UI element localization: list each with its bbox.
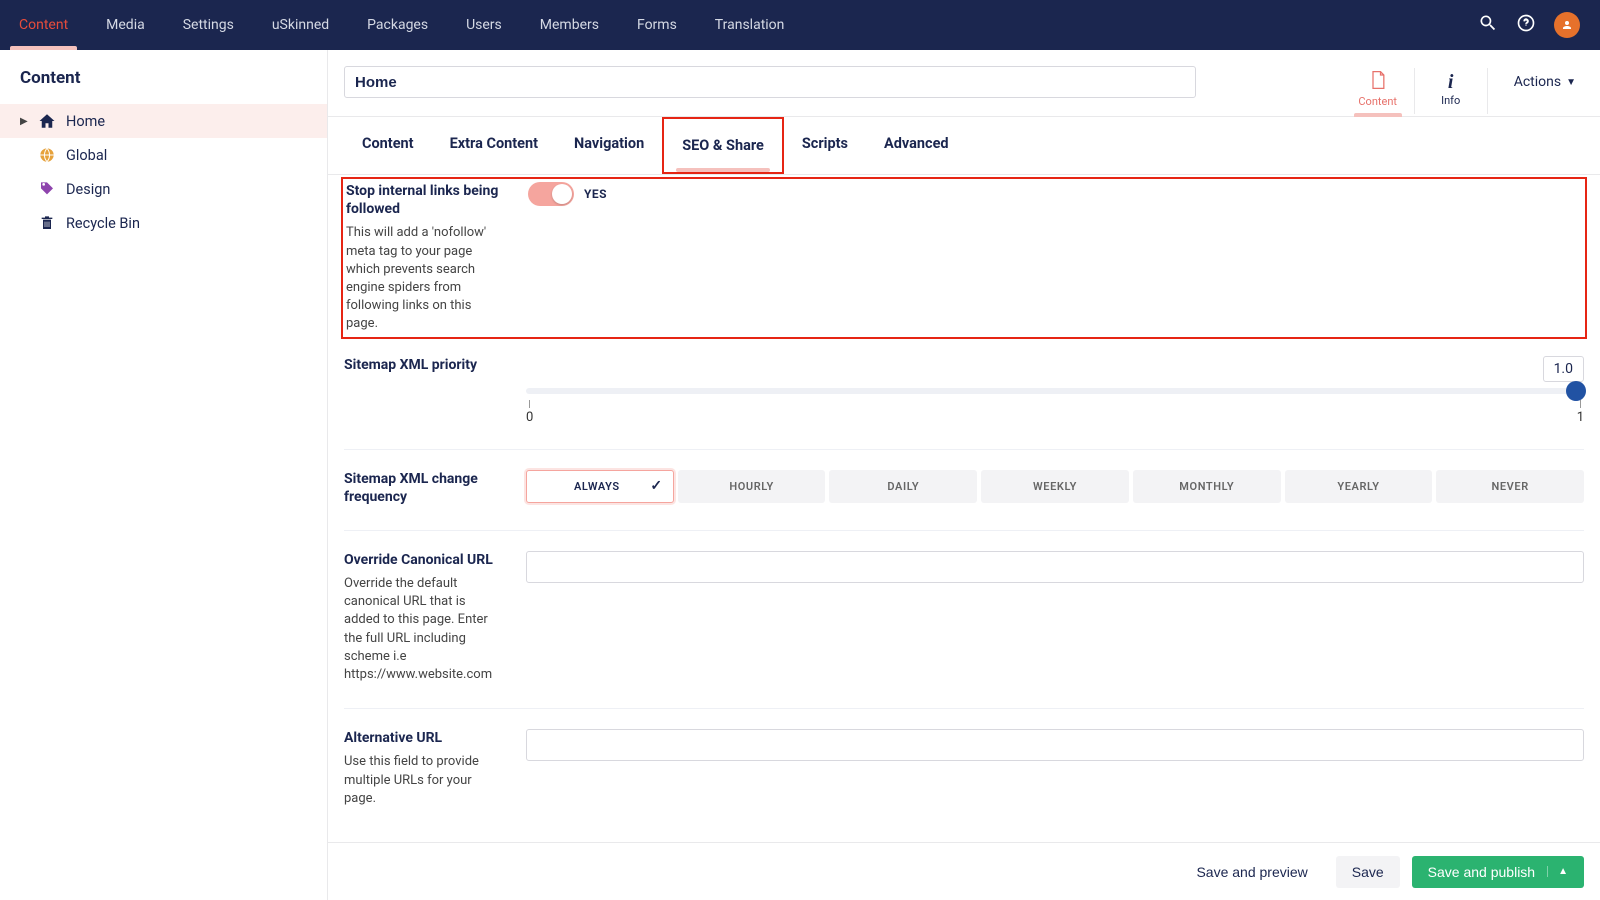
tree-label: Home xyxy=(66,113,105,130)
help-icon[interactable] xyxy=(1516,13,1536,37)
save-publish-button[interactable]: Save and publish ▲ xyxy=(1412,856,1584,888)
field-alternative-url: Alternative URL Use this field to provid… xyxy=(344,709,1584,832)
topnav-members[interactable]: Members xyxy=(521,0,618,50)
info-icon: i xyxy=(1421,71,1481,94)
tab-scripts[interactable]: Scripts xyxy=(784,117,866,174)
topnav-settings[interactable]: Settings xyxy=(164,0,253,50)
freq-weekly[interactable]: WEEKLY xyxy=(981,470,1129,503)
field-change-frequency: Sitemap XML change frequency ALWAYS✓ HOU… xyxy=(344,450,1584,531)
field-label: Sitemap XML change frequency xyxy=(344,470,498,506)
field-description: Override the default canonical URL that … xyxy=(344,575,498,684)
divider xyxy=(1487,68,1488,114)
freq-monthly[interactable]: MONTHLY xyxy=(1133,470,1281,503)
field-label: Override Canonical URL xyxy=(344,551,498,569)
content-header: Content i Info Actions ▼ xyxy=(328,50,1600,117)
topnav-users[interactable]: Users xyxy=(447,0,521,50)
topnav-packages[interactable]: Packages xyxy=(348,0,447,50)
slider-min: 0 xyxy=(526,410,533,425)
field-nofollow: Stop internal links being followed This … xyxy=(341,177,1587,339)
tab-navigation[interactable]: Navigation xyxy=(556,117,662,174)
page-title-input[interactable] xyxy=(344,66,1196,98)
tag-icon xyxy=(38,180,56,198)
header-card-label: Content xyxy=(1348,95,1408,108)
save-preview-button[interactable]: Save and preview xyxy=(1180,856,1323,888)
footer-actions: Save and preview Save Save and publish ▲ xyxy=(328,842,1600,900)
tab-seo-share[interactable]: SEO & Share xyxy=(662,117,784,174)
toggle-knob xyxy=(552,184,572,204)
header-card-info[interactable]: i Info xyxy=(1421,67,1481,115)
sidebar-title: Content xyxy=(0,68,327,88)
main-layout: Content ▶ Home Global Design Recycle Bin xyxy=(0,50,1600,900)
field-label: Alternative URL xyxy=(344,729,498,747)
topnav-content[interactable]: Content xyxy=(0,0,87,50)
caret-up-icon[interactable]: ▲ xyxy=(1547,866,1568,877)
tree-item-design[interactable]: Design xyxy=(0,172,327,206)
topnav-uskinned[interactable]: uSkinned xyxy=(253,0,348,50)
page-title-wrap xyxy=(344,66,1328,98)
check-icon: ✓ xyxy=(650,478,662,494)
header-cards: Content i Info xyxy=(1348,66,1494,116)
freq-always[interactable]: ALWAYS✓ xyxy=(526,470,674,503)
tab-extra-content[interactable]: Extra Content xyxy=(432,117,556,174)
file-icon xyxy=(1348,70,1408,95)
freq-never[interactable]: NEVER xyxy=(1436,470,1584,503)
divider xyxy=(1414,68,1415,114)
field-canonical-url: Override Canonical URL Override the defa… xyxy=(344,531,1584,709)
topbar-right xyxy=(1478,12,1580,38)
save-publish-label: Save and publish xyxy=(1428,864,1535,880)
header-card-label: Info xyxy=(1421,94,1481,107)
header-card-content[interactable]: Content xyxy=(1348,66,1408,116)
topnav-forms[interactable]: Forms xyxy=(618,0,696,50)
topbar: Content Media Settings uSkinned Packages… xyxy=(0,0,1600,50)
tree-item-recycle-bin[interactable]: Recycle Bin xyxy=(0,206,327,240)
content-area: Content i Info Actions ▼ Content Extra C… xyxy=(328,50,1600,900)
user-avatar[interactable] xyxy=(1554,12,1580,38)
tab-content[interactable]: Content xyxy=(344,117,432,174)
slider-max: 1 xyxy=(1577,410,1584,425)
slider-thumb[interactable] xyxy=(1566,381,1586,401)
alternative-url-input[interactable] xyxy=(526,729,1584,761)
tree-item-home[interactable]: ▶ Home xyxy=(0,104,327,138)
globe-icon xyxy=(38,146,56,164)
trash-icon xyxy=(38,214,56,232)
nofollow-toggle[interactable] xyxy=(528,182,574,206)
field-description: Use this field to provide multiple URLs … xyxy=(344,753,498,808)
tab-advanced[interactable]: Advanced xyxy=(866,117,967,174)
tree-label: Global xyxy=(66,147,107,164)
freq-daily[interactable]: DAILY xyxy=(829,470,977,503)
tree-item-global[interactable]: Global xyxy=(0,138,327,172)
field-sitemap-priority: Sitemap XML priority 1.0 0 1 xyxy=(344,336,1584,450)
freq-hourly[interactable]: HOURLY xyxy=(678,470,826,503)
freq-yearly[interactable]: YEARLY xyxy=(1285,470,1433,503)
frequency-options: ALWAYS✓ HOURLY DAILY WEEKLY MONTHLY YEAR… xyxy=(526,470,1584,503)
actions-menu[interactable]: Actions ▼ xyxy=(1494,66,1584,90)
save-button[interactable]: Save xyxy=(1336,856,1400,888)
caret-icon[interactable]: ▶ xyxy=(20,116,28,127)
tabs: Content Extra Content Navigation SEO & S… xyxy=(328,117,1600,175)
canonical-url-input[interactable] xyxy=(526,551,1584,583)
topnav-translation[interactable]: Translation xyxy=(696,0,804,50)
topnav-media[interactable]: Media xyxy=(87,0,164,50)
tree-label: Recycle Bin xyxy=(66,215,140,232)
sidebar: Content ▶ Home Global Design Recycle Bin xyxy=(0,50,328,900)
slider-value: 1.0 xyxy=(1543,356,1584,382)
tree-label: Design xyxy=(66,181,110,198)
search-icon[interactable] xyxy=(1478,13,1498,37)
toggle-state-label: YES xyxy=(584,182,607,206)
slider-ticks: 0 1 xyxy=(526,400,1584,425)
field-label: Stop internal links being followed xyxy=(346,182,500,218)
priority-slider[interactable] xyxy=(526,388,1584,394)
caret-down-icon: ▼ xyxy=(1566,77,1576,88)
home-icon xyxy=(38,112,56,130)
topnav: Content Media Settings uSkinned Packages… xyxy=(0,0,803,50)
field-description: This will add a 'nofollow' meta tag to y… xyxy=(346,224,500,333)
actions-label: Actions xyxy=(1514,74,1561,90)
settings-panel: Stop internal links being followed This … xyxy=(328,175,1600,842)
field-label: Sitemap XML priority xyxy=(344,356,498,374)
